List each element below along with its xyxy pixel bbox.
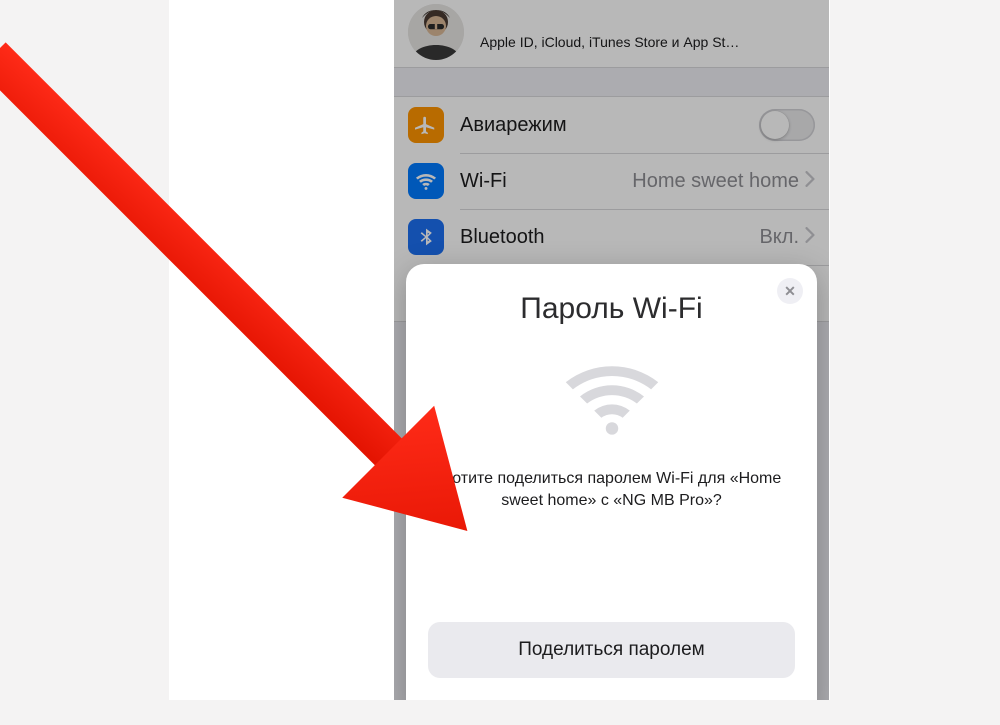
row-label-airplane: Авиарежим	[460, 114, 759, 137]
row-value-wifi: Home sweet home	[632, 170, 799, 193]
avatar	[408, 4, 464, 60]
row-bluetooth[interactable]: Bluetooth Вкл.	[394, 209, 829, 265]
wifi-icon	[408, 163, 444, 199]
sheet-message: Хотите поделиться паролем Wi-Fi для «Hom…	[428, 468, 795, 511]
airplane-toggle[interactable]	[759, 109, 815, 141]
bluetooth-icon	[408, 219, 444, 255]
apple-id-subtitle: Apple ID, iCloud, iTunes Store и App St…	[480, 34, 739, 50]
row-label-bluetooth: Bluetooth	[460, 226, 759, 249]
row-value-bluetooth: Вкл.	[759, 226, 799, 249]
share-button-label: Поделиться паролем	[518, 639, 704, 661]
row-wifi[interactable]: Wi-Fi Home sweet home	[394, 153, 829, 209]
chevron-icon	[805, 171, 815, 192]
sheet-title: Пароль Wi-Fi	[428, 292, 795, 326]
row-label-wifi: Wi-Fi	[460, 170, 632, 193]
wifi-large-icon	[557, 360, 667, 440]
chevron-icon	[805, 227, 815, 248]
share-password-button[interactable]: Поделиться паролем	[428, 622, 795, 678]
airplane-icon	[408, 107, 444, 143]
apple-id-row[interactable]: Apple ID, iCloud, iTunes Store и App St…	[394, 0, 829, 68]
wifi-share-sheet: ✕ Пароль Wi-Fi Хотите поделиться паролем…	[406, 264, 817, 700]
phone-screenshot: Apple ID, iCloud, iTunes Store и App St……	[394, 0, 829, 700]
row-airplane[interactable]: Авиарежим	[394, 97, 829, 153]
close-button[interactable]: ✕	[777, 278, 803, 304]
close-icon: ✕	[784, 283, 796, 300]
